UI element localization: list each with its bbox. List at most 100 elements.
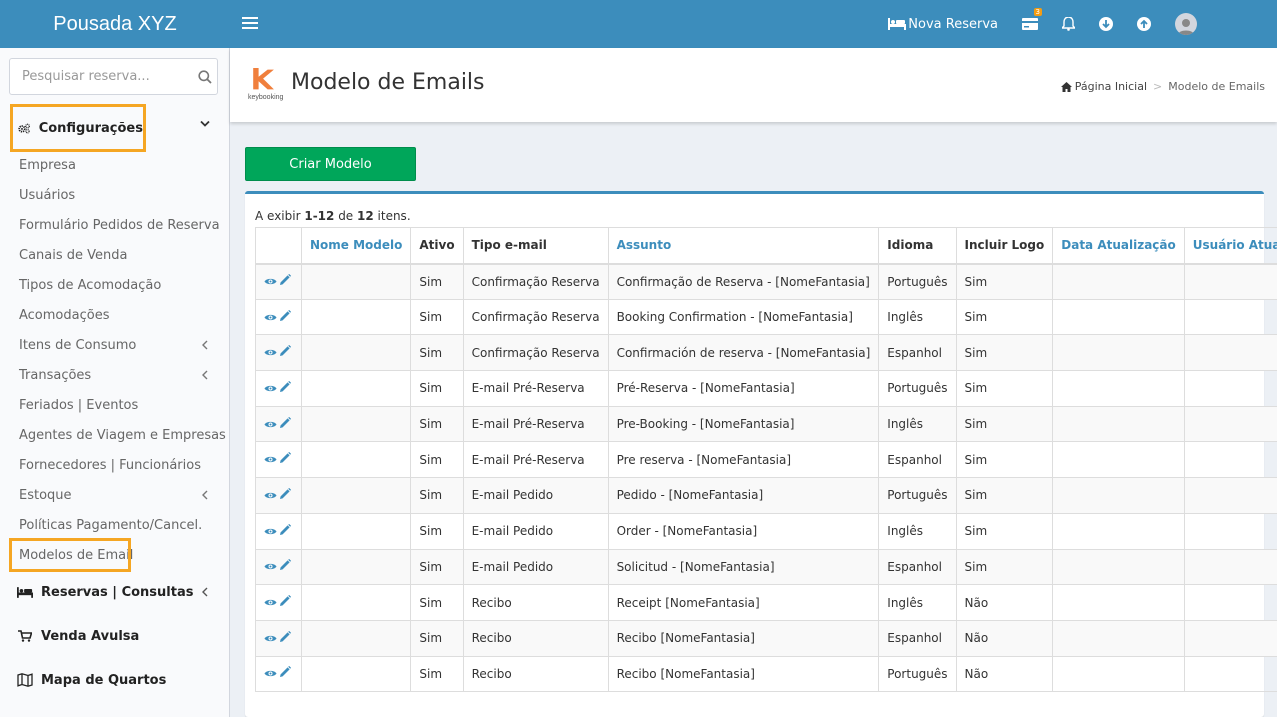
sidebar-item-modelos-email[interactable]: Modelos de Email: [0, 540, 229, 570]
sidebar-item-mapa-quartos[interactable]: Mapa de Quartos: [0, 658, 229, 702]
edit-button[interactable]: [279, 630, 291, 643]
sidebar-item-usuarios[interactable]: Usuários: [0, 180, 229, 210]
cell-assunto: Confirmação de Reserva - [NomeFantasia]: [607, 263, 880, 300]
edit-button[interactable]: [279, 595, 291, 607]
cell-idioma: Inglês: [878, 584, 957, 621]
sidebar-item-itens-consumo[interactable]: Itens de Consumo: [0, 330, 229, 360]
col-nome-modelo[interactable]: Nome Modelo: [300, 227, 412, 265]
pencil-icon: [280, 595, 291, 607]
cell-nome-modelo: [300, 263, 412, 300]
edit-button[interactable]: [279, 345, 291, 357]
sidebar-item-feriados[interactable]: Feriados | Eventos: [0, 390, 229, 420]
sidebar-item-estoque[interactable]: Estoque: [0, 480, 229, 510]
cell-usuario-atualizacao: [1183, 655, 1277, 693]
search-icon: [197, 69, 212, 84]
edit-button[interactable]: [279, 487, 291, 500]
download-button[interactable]: [1087, 0, 1125, 48]
brand-logo[interactable]: Pousada XYZ: [0, 0, 230, 48]
nova-reserva-button[interactable]: Nova Reserva: [876, 0, 1010, 48]
view-button[interactable]: [264, 491, 277, 500]
sidebar-item-transacoes[interactable]: Transações: [0, 360, 229, 390]
sidebar-toggle-icon[interactable]: [242, 14, 258, 34]
cell-ativo: Sim: [410, 619, 464, 657]
view-button[interactable]: [264, 277, 277, 286]
row-actions: [255, 263, 302, 300]
edit-button[interactable]: [279, 523, 291, 536]
view-button[interactable]: [264, 384, 277, 393]
pencil-icon: [280, 666, 291, 678]
col-incluir-logo: Incluir Logo: [955, 227, 1054, 265]
cell-idioma: Espanhol: [878, 334, 957, 372]
cell-usuario-atualizacao: [1183, 477, 1277, 514]
cell-usuario-atualizacao: [1183, 548, 1277, 586]
col-idioma: Idioma: [878, 227, 957, 265]
edit-button[interactable]: [279, 380, 291, 393]
sidebar-item-formulario[interactable]: Formulário Pedidos de Reserva: [0, 210, 229, 240]
view-button[interactable]: [264, 313, 277, 322]
sidebar-item-tipos-acomodacao[interactable]: Tipos de Acomodação: [0, 270, 229, 300]
cell-incluir-logo: Sim: [955, 298, 1054, 336]
col-usuario-atualizacao[interactable]: Usuário Atualização: [1183, 227, 1277, 265]
cell-usuario-atualizacao: [1183, 370, 1277, 407]
cell-idioma: Português: [878, 370, 957, 407]
col-assunto[interactable]: Assunto: [607, 227, 880, 265]
cell-incluir-logo: Não: [955, 619, 1054, 657]
criar-modelo-button[interactable]: Criar Modelo: [245, 147, 416, 181]
cell-assunto: Receipt [NomeFantasia]: [607, 584, 880, 621]
table-row: Sim Confirmação Reserva Confirmación de re…: [255, 334, 1277, 372]
breadcrumb-home[interactable]: Página Inicial: [1060, 80, 1147, 93]
search-input[interactable]: [10, 59, 192, 94]
edit-button[interactable]: [279, 416, 291, 429]
table-row: Sim E-mail Pré-Reserva Pré-Reserva - [Nome…: [255, 370, 1277, 407]
sidebar-section-configuracoes[interactable]: Configurações: [10, 104, 146, 152]
view-button[interactable]: [264, 562, 277, 571]
gears-icon: [18, 123, 30, 133]
edit-button[interactable]: [279, 274, 291, 286]
view-button[interactable]: [264, 527, 277, 536]
sidebar-item-agentes[interactable]: Agentes de Viagem e Empresas: [0, 420, 229, 450]
view-button[interactable]: [264, 634, 277, 643]
col-tipo-email: Tipo e-mail: [462, 227, 609, 265]
payments-button[interactable]: 3: [1010, 0, 1050, 48]
chevron-left-icon: [202, 340, 208, 350]
pencil-icon: [280, 487, 291, 499]
view-button[interactable]: [264, 598, 277, 607]
view-button[interactable]: [264, 669, 277, 678]
chevron-left-icon: [202, 490, 208, 500]
edit-button[interactable]: [279, 309, 291, 322]
arrow-up-circle-icon: [1137, 17, 1151, 31]
view-button[interactable]: [264, 420, 277, 429]
email-templates-box: A exibir 1-12 de 12 itens. Nome Modelo A…: [245, 191, 1277, 717]
home-icon: [1060, 81, 1072, 92]
cell-assunto: Recibo [NomeFantasia]: [607, 619, 880, 657]
cell-data-atualizacao: [1052, 441, 1185, 479]
sidebar-item-venda-avulsa[interactable]: Venda Avulsa: [0, 614, 229, 658]
edit-button[interactable]: [279, 666, 291, 678]
sidebar-item-canais[interactable]: Canais de Venda: [0, 240, 229, 270]
row-actions: [255, 477, 302, 514]
table-row: Sim E-mail Pedido Order - [NomeFantasia] In…: [255, 512, 1277, 550]
upload-button[interactable]: [1125, 0, 1163, 48]
user-menu[interactable]: [1163, 0, 1277, 48]
breadcrumb-current: Modelo de Emails: [1168, 80, 1265, 93]
sidebar-item-empresa[interactable]: Empresa: [0, 150, 229, 180]
sidebar-item-reservas[interactable]: Reservas | Consultas: [0, 570, 229, 614]
cell-assunto: Confirmación de reserva - [NomeFantasia]: [607, 334, 880, 372]
sidebar-item-acomodacoes[interactable]: Acomodações: [0, 300, 229, 330]
cell-tipo-email: E-mail Pré-Reserva: [462, 370, 609, 407]
cell-incluir-logo: Sim: [955, 477, 1054, 514]
pencil-icon: [280, 380, 291, 392]
view-button[interactable]: [264, 455, 277, 464]
sidebar-item-fornecedores[interactable]: Fornecedores | Funcionários: [0, 450, 229, 480]
pencil-icon: [280, 559, 291, 571]
col-data-atualizacao[interactable]: Data Atualização: [1052, 227, 1185, 265]
edit-button[interactable]: [279, 559, 291, 571]
eye-icon: [264, 492, 277, 499]
cell-nome-modelo: [300, 477, 412, 514]
sidebar-item-politicas[interactable]: Políticas Pagamento/Cancel.: [0, 510, 229, 540]
notifications-button[interactable]: [1050, 0, 1087, 48]
edit-button[interactable]: [279, 452, 291, 464]
view-button[interactable]: [264, 348, 277, 357]
search-button[interactable]: [192, 59, 217, 94]
cell-assunto: Booking Confirmation - [NomeFantasia]: [607, 298, 880, 336]
